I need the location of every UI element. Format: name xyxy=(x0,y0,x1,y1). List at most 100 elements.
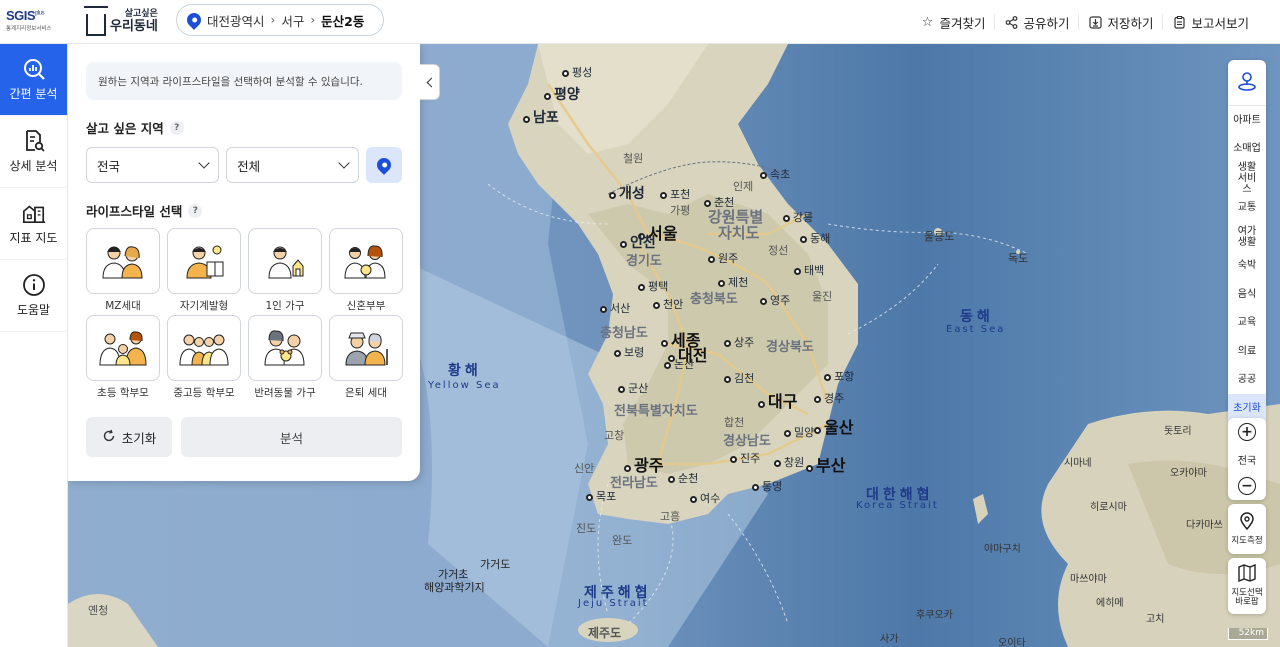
city-dot-icon xyxy=(664,362,671,369)
lifestyle-card-pet[interactable]: 반려동물 가구 xyxy=(248,315,322,399)
lifestyle-card-self-dev[interactable]: 자기계발형 xyxy=(167,228,241,312)
chevron-right-icon: › xyxy=(310,13,316,27)
app-logo[interactable]: 살고싶은 우리동네 xyxy=(84,6,158,38)
map-label: 상주 xyxy=(724,334,754,350)
sgis-logo[interactable]: SGISplus 통계지리정보서비스 xyxy=(6,8,66,36)
map-label: Jeju Strait xyxy=(578,598,649,609)
zoom-out-icon[interactable]: − xyxy=(1238,477,1256,495)
category-education[interactable]: 교육 xyxy=(1228,309,1266,338)
map-label: 태백 xyxy=(794,262,824,278)
category-transport[interactable]: 교통 xyxy=(1228,193,1266,222)
report-button[interactable]: 보고서보기 xyxy=(1162,14,1258,31)
category-living-service[interactable]: 생활서비스 xyxy=(1228,162,1266,195)
chevron-left-icon xyxy=(426,77,436,87)
top-header: SGISplus 통계지리정보서비스 살고싶은 우리동네 대전광역시 › 서구 … xyxy=(0,0,1280,44)
analyze-button[interactable]: 분석 xyxy=(181,417,402,457)
reset-button[interactable]: 초기화 xyxy=(86,417,172,457)
category-retail[interactable]: 소매업 xyxy=(1228,135,1266,164)
category-apartment[interactable]: 아파트 xyxy=(1228,106,1266,135)
save-button[interactable]: 저장하기 xyxy=(1078,14,1162,31)
lifestyle-card-middle-high[interactable]: 중고등 학부모 xyxy=(167,315,241,399)
zoom-nationwide-button[interactable]: 전국 xyxy=(1238,452,1256,467)
category-public[interactable]: 공공 xyxy=(1228,366,1266,395)
city-dot-icon xyxy=(724,376,731,383)
zoom-control: + 전국 − xyxy=(1228,418,1266,500)
map-label: 밀양 xyxy=(784,424,814,440)
city-dot-icon xyxy=(544,93,551,100)
nav-indicator-map[interactable]: 지표 지도 xyxy=(0,188,67,260)
map-label: 포항 xyxy=(824,368,854,384)
map-label: 전북특별자치도 xyxy=(614,404,698,419)
map-measure-button[interactable]: 지도측정 xyxy=(1228,504,1266,554)
city-dot-icon xyxy=(614,350,621,357)
map-label: 서산 xyxy=(600,300,630,316)
share-button[interactable]: 공유하기 xyxy=(994,14,1078,31)
nav-simple-analysis[interactable]: 간편 분석 xyxy=(0,44,67,116)
city-dot-icon xyxy=(718,280,725,287)
location-selector[interactable]: 대전광역시 › 서구 › 둔산2동 xyxy=(176,4,384,36)
favorite-button[interactable]: ☆ 즐겨찾기 xyxy=(911,14,994,31)
sgis-subtitle: 통계지리정보서비스 xyxy=(6,26,52,32)
location-sido[interactable]: 대전광역시 xyxy=(207,11,265,30)
basemap-select-button[interactable]: 지도선택 바로팝 xyxy=(1228,558,1266,614)
map-label: 동해 xyxy=(800,230,830,246)
map-label: 충청남도 xyxy=(600,326,648,341)
report-icon xyxy=(1172,15,1186,29)
map-label: 사가 xyxy=(880,634,899,645)
map-label: 목포 xyxy=(586,488,616,504)
lifestyle-card-retired[interactable]: 은퇴 세대 xyxy=(329,315,403,399)
report-label: 보고서보기 xyxy=(1191,15,1249,31)
map-label: 가거도 xyxy=(480,558,511,571)
map-label: 순천 xyxy=(668,470,698,486)
sido-select[interactable]: 전국 xyxy=(86,147,220,183)
nav-help[interactable]: 도움말 xyxy=(0,260,67,332)
map-label: 경상남도 xyxy=(723,434,771,449)
city-dot-icon xyxy=(609,192,616,199)
map-label: 완도 xyxy=(612,534,633,547)
category-leisure[interactable]: 여가생활 xyxy=(1228,222,1266,252)
poi-toggle-button[interactable] xyxy=(1228,60,1266,106)
sgg-select[interactable]: 전체 xyxy=(226,147,360,183)
newlywed-icon xyxy=(329,228,403,294)
location-sgg[interactable]: 서구 xyxy=(281,11,304,30)
reset-label: 초기화 xyxy=(121,430,157,446)
simple-analysis-panel: 원하는 지역과 라이프스타일을 선택하여 분석할 수 있습니다. 살고 싶은 지… xyxy=(68,44,420,481)
map-label: 신안 xyxy=(574,462,595,475)
help-icon[interactable]: ? xyxy=(169,120,184,135)
city-dot-icon xyxy=(783,215,790,222)
map-label: 평양 xyxy=(544,84,580,104)
city-dot-icon xyxy=(618,386,625,393)
lifestyle-card-newlywed[interactable]: 신혼부부 xyxy=(329,228,403,312)
current-location-button[interactable] xyxy=(366,147,402,183)
lifestyle-label: 신혼부부 xyxy=(346,300,386,312)
map-label: 인제 xyxy=(733,180,754,193)
region-select-row: 전국 전체 xyxy=(86,147,402,183)
help-icon[interactable]: ? xyxy=(188,203,203,218)
lifestyle-card-mz[interactable]: MZ세대 xyxy=(86,228,160,312)
nav-detail-analysis[interactable]: 상세 분석 xyxy=(0,116,67,188)
zoom-in-icon[interactable]: + xyxy=(1238,423,1256,441)
map-label: East Sea xyxy=(946,324,1006,335)
map-label: 진도 xyxy=(576,522,597,535)
info-icon xyxy=(22,273,46,297)
lifestyle-label: 초등 학부모 xyxy=(97,387,149,399)
city-dot-icon xyxy=(758,401,765,408)
map-label: 고창 xyxy=(604,429,625,442)
collapse-panel-button[interactable] xyxy=(420,64,440,100)
nav-detail-analysis-label: 상세 분석 xyxy=(9,159,58,173)
star-icon: ☆ xyxy=(921,14,934,30)
lifestyle-card-single[interactable]: 1인 가구 xyxy=(248,228,322,312)
map-label: 천안 xyxy=(653,296,683,312)
city-dot-icon xyxy=(661,340,668,347)
category-lodging[interactable]: 숙박 xyxy=(1228,252,1266,281)
category-food[interactable]: 음식 xyxy=(1228,280,1266,309)
city-dot-icon xyxy=(586,494,593,501)
lifestyle-card-elementary[interactable]: 초등 학부모 xyxy=(86,315,160,399)
map-label: 영주 xyxy=(760,292,790,308)
location-emd[interactable]: 둔산2동 xyxy=(321,11,364,30)
map-label: 독도 xyxy=(1008,252,1029,265)
map-label: 통영 xyxy=(752,478,782,494)
city-dot-icon xyxy=(724,340,731,347)
category-medical[interactable]: 의료 xyxy=(1228,337,1266,366)
map-label: 황해 xyxy=(448,363,482,379)
